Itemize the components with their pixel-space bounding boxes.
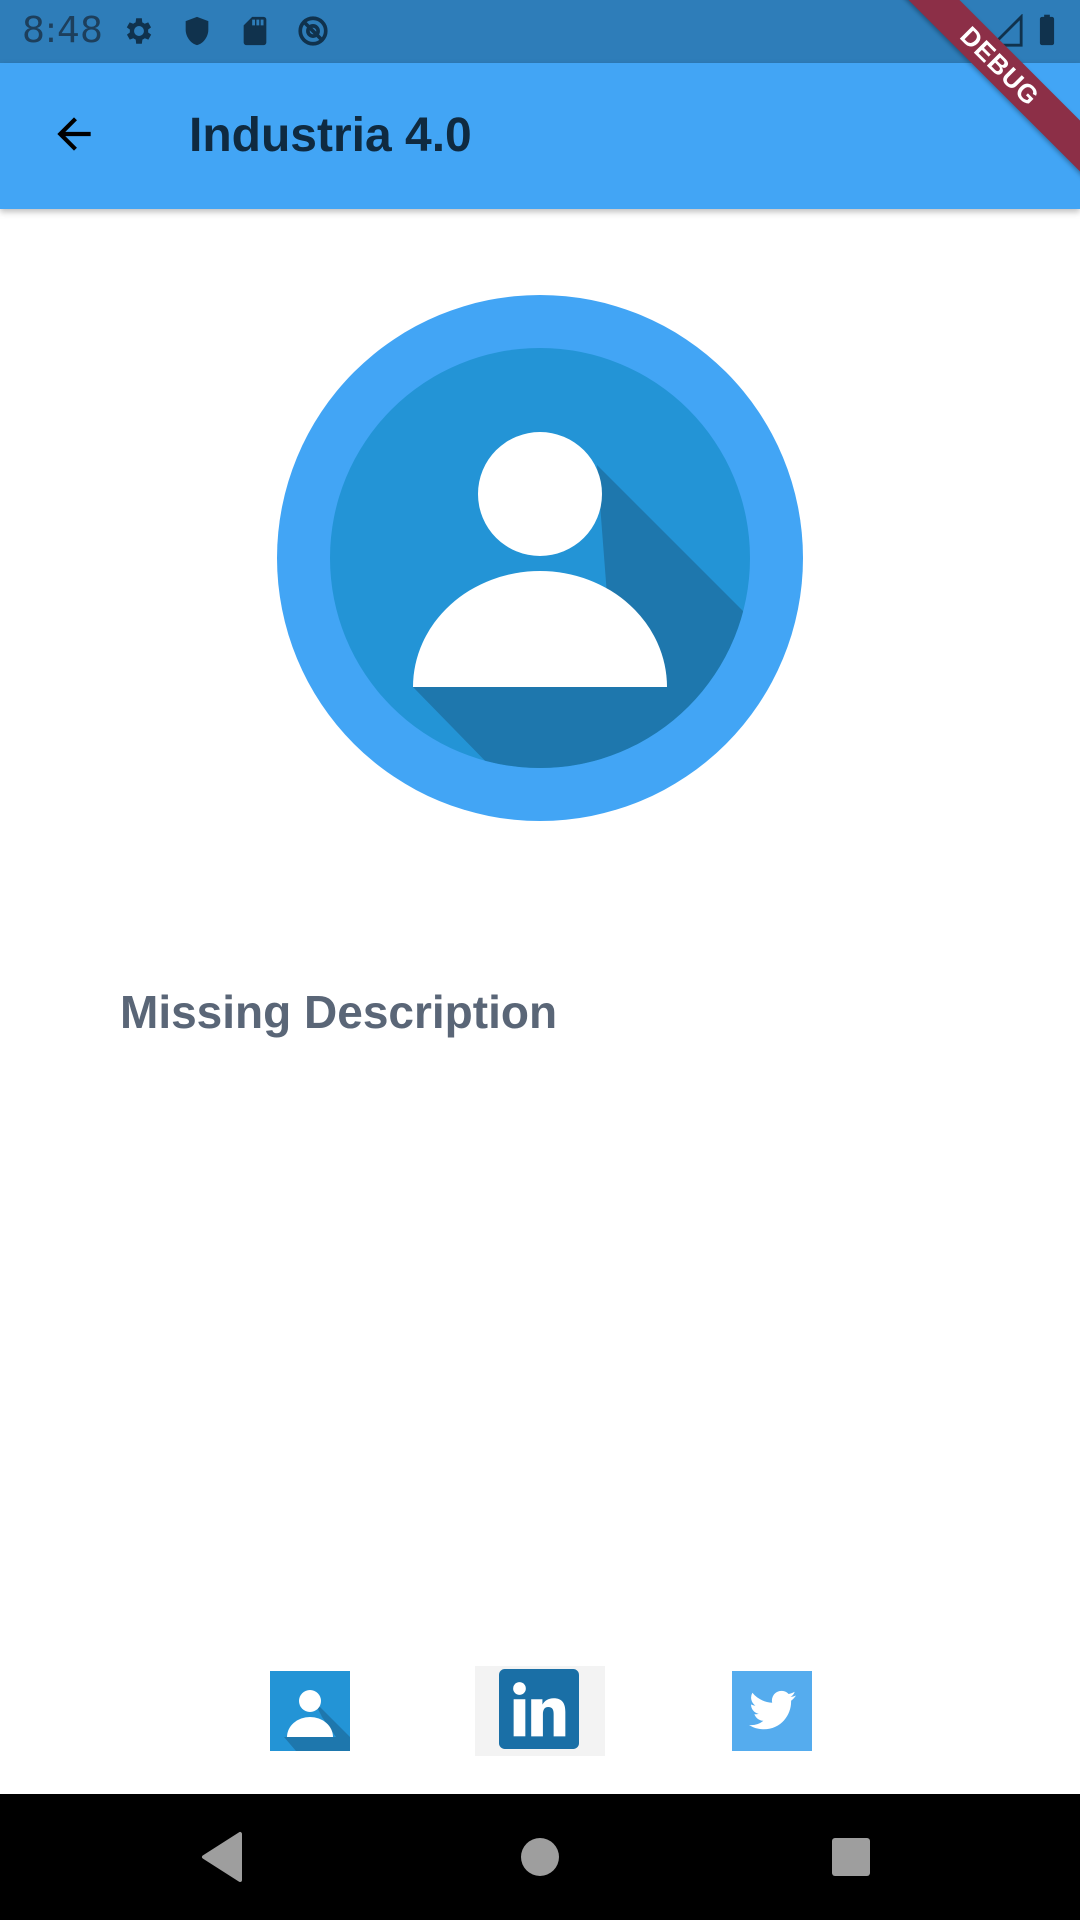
nav-back-button[interactable] [192,1824,258,1890]
navigation-bar [0,1794,1080,1920]
person-icon [270,1671,350,1751]
battery-icon [1030,14,1064,48]
twitter-icon [732,1671,812,1751]
back-triangle-icon [202,1832,242,1882]
page-title: Industria 4.0 [189,109,472,162]
gear-icon [122,14,156,48]
linkedin-icon [499,1669,579,1749]
home-circle-icon [521,1838,559,1876]
twitter-link-button[interactable] [732,1671,812,1751]
user-avatar-icon [277,295,803,821]
shield-icon [180,14,214,48]
app-bar [0,63,1080,209]
status-time: 8:48 [22,10,103,51]
nav-recents-button[interactable] [818,1824,884,1890]
arrow-left-icon [57,117,91,151]
sd-card-icon [238,14,272,48]
profile-link-button[interactable] [270,1671,350,1751]
back-button[interactable] [44,104,104,164]
nav-home-button[interactable] [507,1824,573,1890]
linkedin-link-button[interactable] [475,1666,605,1756]
profile-description: Missing Description [120,986,558,1038]
recents-square-icon [832,1838,870,1876]
at-sign-icon [296,14,330,48]
